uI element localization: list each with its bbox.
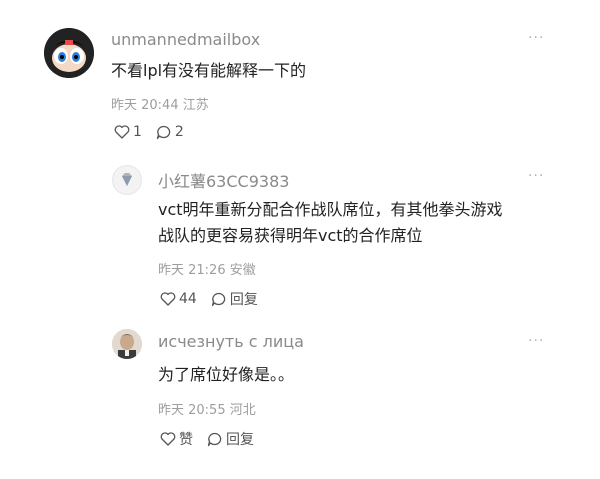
reply-actions: 44 回复 — [160, 289, 272, 309]
heart-icon — [160, 432, 176, 446]
avatar-xiaohongshu-user[interactable] — [112, 165, 142, 195]
comment-bubble-icon — [211, 292, 226, 306]
reply-button[interactable]: 回复 — [211, 289, 258, 309]
more-options-icon[interactable]: ··· — [528, 168, 544, 184]
reply-label: 回复 — [229, 292, 258, 308]
reply-text-line1: vct明年重新分配合作战队席位，有其他拳头游戏 — [158, 200, 503, 219]
username[interactable]: исчезнуть с лица — [158, 332, 304, 351]
heart-icon — [114, 125, 130, 139]
like-count: 44 — [179, 291, 197, 307]
reply-button[interactable]: 回复 — [207, 429, 254, 449]
powerpuff-avatar-icon — [44, 28, 94, 78]
avatar-unmannedmailbox[interactable] — [44, 28, 94, 78]
like-label: 赞 — [179, 432, 193, 448]
reply-text-line2: 战队的更容易获得明年vct的合作席位 — [158, 226, 423, 245]
like-button[interactable]: 1 — [114, 124, 142, 140]
comment-time-location: 昨天 20:44 江苏 — [111, 98, 209, 113]
comment-text: 不看lpl有没有能解释一下的 — [111, 61, 307, 80]
more-options-icon[interactable]: ··· — [528, 333, 544, 349]
avatar-ischeznut[interactable] — [112, 329, 142, 359]
reply-actions: 赞 回复 — [160, 429, 268, 449]
diamond-icon — [122, 173, 132, 186]
reply-text: 为了席位好像是。。 — [158, 365, 295, 384]
username[interactable]: 小红薯63CC9383 — [158, 168, 289, 192]
comment-bubble-icon — [207, 432, 222, 446]
username[interactable]: unmannedmailbox — [111, 30, 260, 49]
reply-label: 回复 — [226, 432, 254, 448]
like-button[interactable]: 44 — [160, 291, 197, 307]
portrait-avatar-icon — [112, 329, 142, 359]
reply-time-location: 昨天 20:55 河北 — [158, 403, 256, 418]
heart-icon — [160, 292, 176, 306]
reply-time-location: 昨天 21:26 安徽 — [158, 263, 256, 278]
comment-bubble-icon — [156, 125, 171, 139]
reply-button[interactable]: 2 — [156, 124, 184, 140]
like-count: 1 — [133, 124, 142, 140]
like-button[interactable]: 赞 — [160, 429, 193, 449]
reply-count: 2 — [174, 124, 184, 140]
more-options-icon[interactable]: ··· — [528, 30, 544, 46]
comment-actions: 1 2 — [114, 124, 198, 140]
